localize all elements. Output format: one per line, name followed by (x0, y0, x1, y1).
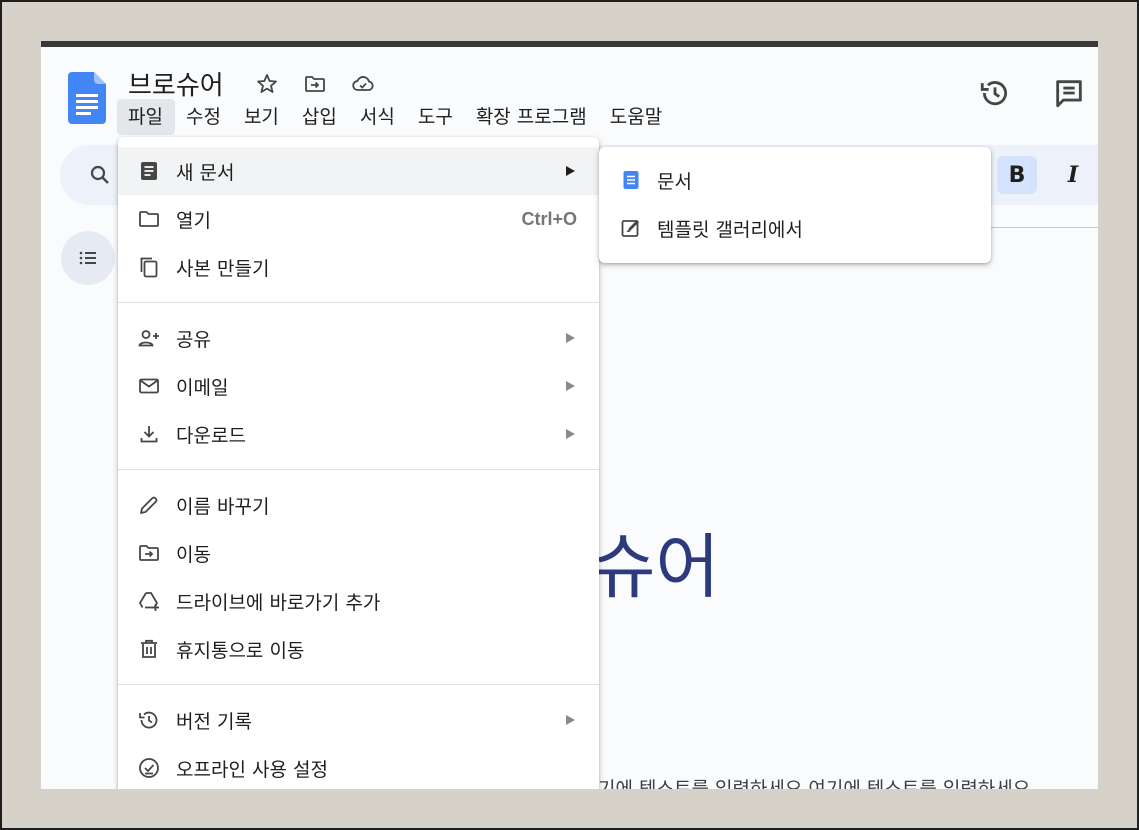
menu-item-offline[interactable]: 오프라인 사용 설정 (118, 744, 599, 789)
file-menu-dropdown: 새 문서 열기 Ctrl+O 사본 만들기 공유 이메일 다운로드 이름 바꾸기… (118, 137, 599, 789)
star-icon[interactable] (254, 71, 280, 97)
menu-item-label: 이름 바꾸기 (176, 495, 270, 518)
menu-item-download[interactable]: 다운로드 (118, 410, 599, 458)
menu-item-label: 다운로드 (176, 424, 246, 447)
document-icon (137, 159, 161, 183)
drive-add-icon (137, 589, 161, 613)
window-top-strip (41, 41, 1098, 47)
comments-icon[interactable] (1049, 73, 1089, 113)
download-icon (137, 422, 161, 446)
menu-item-label: 휴지통으로 이동 (176, 639, 305, 662)
submenu-arrow-icon (566, 166, 575, 176)
folder-move-icon (137, 541, 161, 565)
menu-divider (118, 469, 599, 470)
submenu-item-label: 템플릿 갤러리에서 (657, 219, 803, 241)
menu-item-new-document[interactable]: 새 문서 (118, 147, 599, 195)
version-history-icon[interactable] (975, 73, 1015, 113)
folder-icon (137, 207, 161, 231)
menu-tools[interactable]: 도구 (407, 99, 465, 135)
menu-view[interactable]: 보기 (233, 99, 291, 135)
menu-file[interactable]: 파일 (117, 99, 175, 135)
menu-divider (118, 302, 599, 303)
menu-item-label: 이동 (176, 543, 211, 566)
menu-insert[interactable]: 삽입 (291, 99, 349, 135)
submenu-item-document[interactable]: 문서 (599, 156, 991, 204)
person-add-icon (137, 326, 161, 350)
shortcut-text: Ctrl+O (521, 208, 577, 229)
menu-extensions[interactable]: 확장 프로그램 (465, 99, 599, 135)
menu-item-label: 사본 만들기 (176, 257, 270, 280)
menu-item-move[interactable]: 이동 (118, 529, 599, 577)
document-body-text[interactable]: 기에 텍스트를 입력하세요 여기에 텍스트를 입력하세요 (598, 774, 1030, 789)
menu-item-label: 버전 기록 (176, 710, 252, 733)
copy-icon (137, 255, 161, 279)
menu-item-label: 드라이브에 바로가기 추가 (176, 591, 381, 614)
docs-blue-icon (619, 168, 643, 192)
menu-edit[interactable]: 수정 (175, 99, 233, 135)
menu-item-make-copy[interactable]: 사본 만들기 (118, 243, 599, 291)
menu-item-label: 오프라인 사용 설정 (176, 758, 328, 781)
menu-divider (118, 684, 599, 685)
submenu-arrow-icon (566, 715, 575, 725)
submenu-arrow-icon (566, 333, 575, 343)
docs-logo-icon[interactable] (68, 72, 106, 124)
docs-window: 브로슈어 파일 수정 보기 삽입 서식 도구 확장 프로그램 도움말 B I U… (41, 41, 1098, 789)
menu-item-share[interactable]: 공유 (118, 314, 599, 362)
menu-help[interactable]: 도움말 (599, 99, 674, 135)
menu-item-version-history[interactable]: 버전 기록 (118, 696, 599, 744)
document-heading[interactable]: 슈어 (591, 511, 720, 612)
submenu-item-from-template[interactable]: 템플릿 갤러리에서 (599, 204, 991, 252)
menu-item-open[interactable]: 열기 Ctrl+O (118, 195, 599, 243)
menu-item-rename[interactable]: 이름 바꾸기 (118, 481, 599, 529)
mail-icon (137, 374, 161, 398)
menu-item-label: 열기 (176, 209, 211, 232)
move-folder-icon[interactable] (302, 71, 328, 97)
submenu-arrow-icon (566, 381, 575, 391)
menu-item-label: 이메일 (176, 376, 229, 399)
menu-item-add-shortcut[interactable]: 드라이브에 바로가기 추가 (118, 577, 599, 625)
history-icon (137, 708, 161, 732)
submenu-arrow-icon (566, 429, 575, 439)
template-icon (619, 216, 643, 240)
cloud-saved-icon[interactable] (350, 71, 376, 97)
menu-item-label: 새 문서 (176, 161, 235, 184)
menu-format[interactable]: 서식 (349, 99, 407, 135)
trash-icon (137, 637, 161, 661)
menu-item-label: 공유 (176, 328, 211, 351)
new-document-submenu: 문서 템플릿 갤러리에서 (599, 147, 991, 263)
document-outline-button[interactable] (61, 231, 115, 285)
list-icon (79, 251, 96, 265)
bold-button[interactable]: B (997, 156, 1037, 194)
menu-item-email[interactable]: 이메일 (118, 362, 599, 410)
search-menus-icon[interactable] (88, 163, 112, 187)
pencil-icon (137, 493, 161, 517)
document-title[interactable]: 브로슈어 (128, 65, 224, 102)
offline-check-icon (137, 756, 161, 780)
menu-bar: 파일 수정 보기 삽입 서식 도구 확장 프로그램 도움말 (117, 99, 674, 135)
italic-button[interactable]: I (1053, 156, 1093, 194)
submenu-item-label: 문서 (657, 171, 692, 193)
menu-item-trash[interactable]: 휴지통으로 이동 (118, 625, 599, 673)
